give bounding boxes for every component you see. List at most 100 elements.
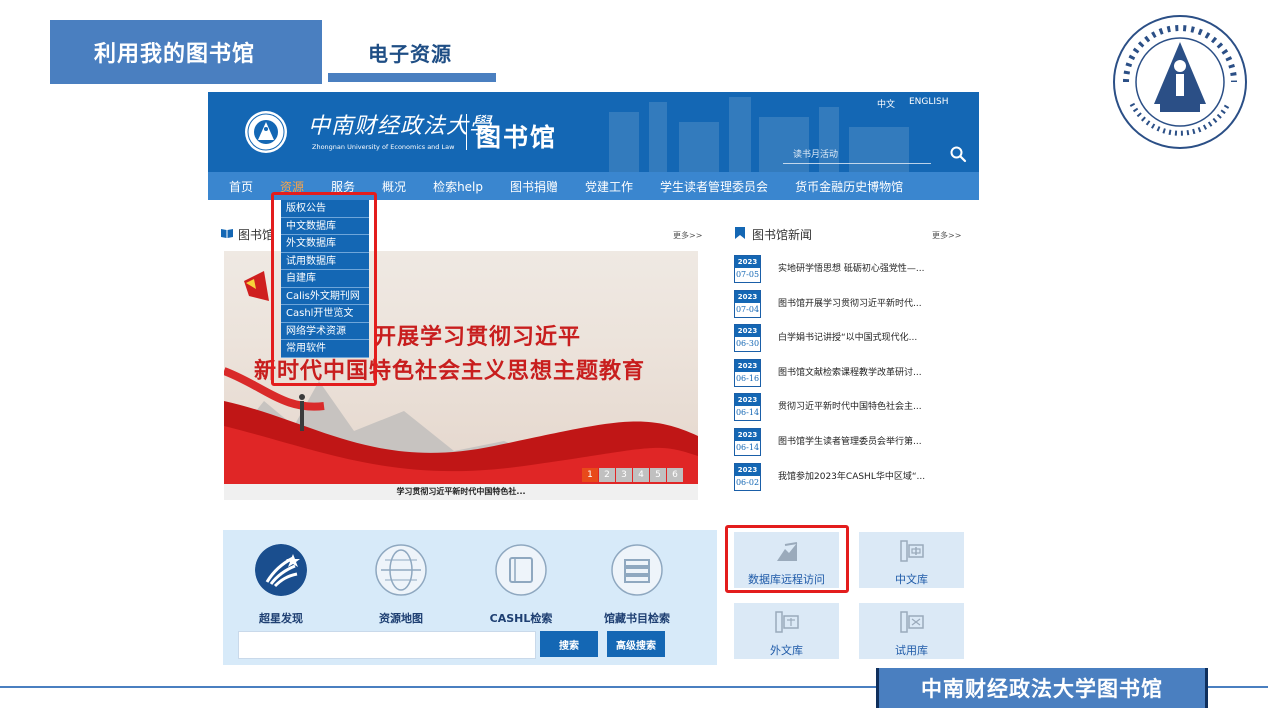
catalog-search-input[interactable]: [238, 631, 536, 659]
news-item[interactable]: 2023 06-30 白学娟书记讲授“以中国式现代化...: [734, 324, 969, 359]
news-date-md: 06-02: [735, 477, 760, 487]
news-title[interactable]: 白学娟书记讲授“以中国式现代化...: [778, 330, 917, 343]
lang-chinese-link[interactable]: 中文: [877, 97, 895, 110]
tool-label: 资源地图: [379, 612, 423, 625]
news-date-year: 2023: [735, 256, 760, 268]
university-seal-icon: [1113, 15, 1247, 149]
nav-search-help[interactable]: 检索help: [433, 178, 483, 195]
catalog-search-button[interactable]: 搜索: [540, 631, 598, 657]
logo-university-english: Zhongnan University of Economics and Law: [312, 143, 455, 151]
news-title[interactable]: 图书馆文献检索课程教学改革研讨...: [778, 365, 922, 378]
section-title-library: 图书馆: [238, 228, 275, 242]
news-date-year: 2023: [735, 290, 760, 303]
more-link-left[interactable]: 更多>>: [673, 230, 702, 241]
news-date-year: 2023: [735, 325, 760, 338]
tool-label: 馆藏书目检索: [604, 612, 670, 625]
nav-book-donation[interactable]: 图书捐赠: [510, 178, 558, 195]
search-tools-panel: 超星发现 资源地图 CASHL检索 馆藏书目检索 搜索 高级搜索: [223, 530, 717, 665]
library-website: 中南财经政法大學 Zhongnan University of Economic…: [208, 92, 979, 667]
tool-label: 超星发现: [259, 612, 303, 625]
site-search-button[interactable]: [948, 144, 968, 164]
tile-trial-db[interactable]: 试用库: [859, 603, 964, 659]
tool-catalog-search[interactable]: 馆藏书目检索: [592, 544, 682, 626]
banner-page-5[interactable]: 5: [650, 468, 666, 482]
tool-label: CASHL检索: [489, 612, 553, 625]
globe-icon: [375, 544, 427, 596]
nav-student-committee[interactable]: 学生读者管理委员会: [660, 178, 768, 195]
banner-caption[interactable]: 学习贯彻习近平新时代中国特色社...: [224, 484, 698, 500]
slide-tab-active: 利用我的图书馆: [50, 20, 322, 84]
banner-page-2[interactable]: 2: [599, 468, 615, 482]
news-item[interactable]: 2023 06-14 图书馆学生读者管理委员会举行第...: [734, 427, 969, 463]
bookmark-icon: [735, 227, 745, 239]
banner-page-1[interactable]: 1: [582, 468, 598, 482]
news-date-year: 2023: [735, 359, 760, 372]
nav-home[interactable]: 首页: [229, 178, 253, 195]
dropdown-highlight-box: [271, 192, 377, 386]
news-item[interactable]: 2023 06-02 我馆参加2023年CASHL华中区域“...: [734, 462, 969, 498]
news-date-year: 2023: [735, 428, 760, 441]
logo-library: 图书馆: [476, 123, 558, 152]
news-title[interactable]: 我馆参加2023年CASHL华中区域“...: [778, 469, 925, 482]
news-list: 2023 07-05 实地研学悟思想 砥砺初心强党性—... 2023 07-0…: [734, 255, 969, 497]
nav-party-building[interactable]: 党建工作: [585, 178, 633, 195]
section-title-news: 图书馆新闻: [752, 228, 813, 242]
news-date: 2023 07-05: [734, 255, 761, 283]
trial-db-icon: [899, 611, 924, 633]
nav-overview[interactable]: 概况: [382, 178, 406, 195]
footer-badge: 中南财经政法大学图书馆: [876, 668, 1208, 708]
news-date-md: 07-04: [735, 304, 760, 314]
university-logo-icon[interactable]: [244, 110, 288, 154]
banner-pager: 1 2 3 4 5 6: [582, 468, 683, 482]
search-icon: [950, 146, 967, 163]
news-date: 2023 06-14: [734, 427, 761, 456]
banner-page-6[interactable]: 6: [667, 468, 683, 482]
tile-foreign-db[interactable]: 外文库: [734, 603, 839, 659]
tile-label: 试用库: [895, 644, 928, 657]
tool-chaoxing-discovery[interactable]: 超星发现: [236, 544, 326, 626]
news-date-md: 06-14: [735, 442, 760, 452]
news-date: 2023 07-04: [734, 289, 761, 318]
slide-tab-electronic-resources: 电子资源: [368, 42, 452, 66]
news-item[interactable]: 2023 07-05 实地研学悟思想 砥砺初心强党性—...: [734, 255, 969, 290]
news-date: 2023 06-30: [734, 324, 761, 353]
more-link-news[interactable]: 更多>>: [932, 230, 961, 241]
tile-chinese-db[interactable]: 中文库: [859, 532, 964, 588]
news-item[interactable]: 2023 06-14 贯彻习近平新时代中国特色社会主...: [734, 393, 969, 428]
banner-page-4[interactable]: 4: [633, 468, 649, 482]
tile-label: 中文库: [895, 573, 928, 586]
tile-label: 外文库: [770, 644, 803, 657]
news-date-md: 06-16: [735, 373, 760, 383]
chaoxing-logo-icon: [255, 544, 307, 596]
news-date-year: 2023: [735, 394, 760, 407]
foreign-db-icon: [774, 611, 799, 633]
news-date: 2023 06-16: [734, 358, 761, 387]
remote-access-highlight-box: [725, 525, 849, 593]
advanced-search-button[interactable]: 高级搜索: [607, 631, 665, 657]
news-title[interactable]: 实地研学悟思想 砥砺初心强党性—...: [778, 261, 924, 274]
chinese-db-icon: [899, 540, 924, 562]
lang-english-link[interactable]: ENGLISH: [909, 97, 949, 107]
logo-university-name: 中南财经政法大學: [308, 114, 493, 139]
banner-page-3[interactable]: 3: [616, 468, 632, 482]
tool-cashl-search[interactable]: CASHL检索: [476, 544, 566, 626]
logo-divider: [466, 114, 467, 150]
news-title[interactable]: 贯彻习近平新时代中国特色社会主...: [778, 399, 922, 412]
book-icon: [221, 229, 233, 238]
site-header: 中南财经政法大學 Zhongnan University of Economic…: [208, 92, 979, 172]
nav-currency-museum[interactable]: 货币金融历史博物馆: [795, 178, 903, 195]
news-item[interactable]: 2023 07-04 图书馆开展学习贯彻习近平新时代...: [734, 289, 969, 325]
site-search-input[interactable]: [783, 146, 931, 164]
catalog-books-icon: [611, 544, 663, 596]
news-date-md: 07-05: [735, 270, 760, 279]
cashl-book-icon: [495, 544, 547, 596]
news-date-md: 06-14: [735, 408, 760, 418]
news-date: 2023 06-14: [734, 393, 761, 422]
news-date-md: 06-30: [735, 339, 760, 349]
news-title[interactable]: 图书馆开展学习贯彻习近平新时代...: [778, 296, 922, 309]
tool-resource-map[interactable]: 资源地图: [356, 544, 446, 626]
banner-headline-1: 开展学习贯彻习近平: [374, 324, 582, 350]
news-date-year: 2023: [735, 463, 760, 476]
news-title[interactable]: 图书馆学生读者管理委员会举行第...: [778, 434, 922, 447]
news-item[interactable]: 2023 06-16 图书馆文献检索课程教学改革研讨...: [734, 358, 969, 394]
